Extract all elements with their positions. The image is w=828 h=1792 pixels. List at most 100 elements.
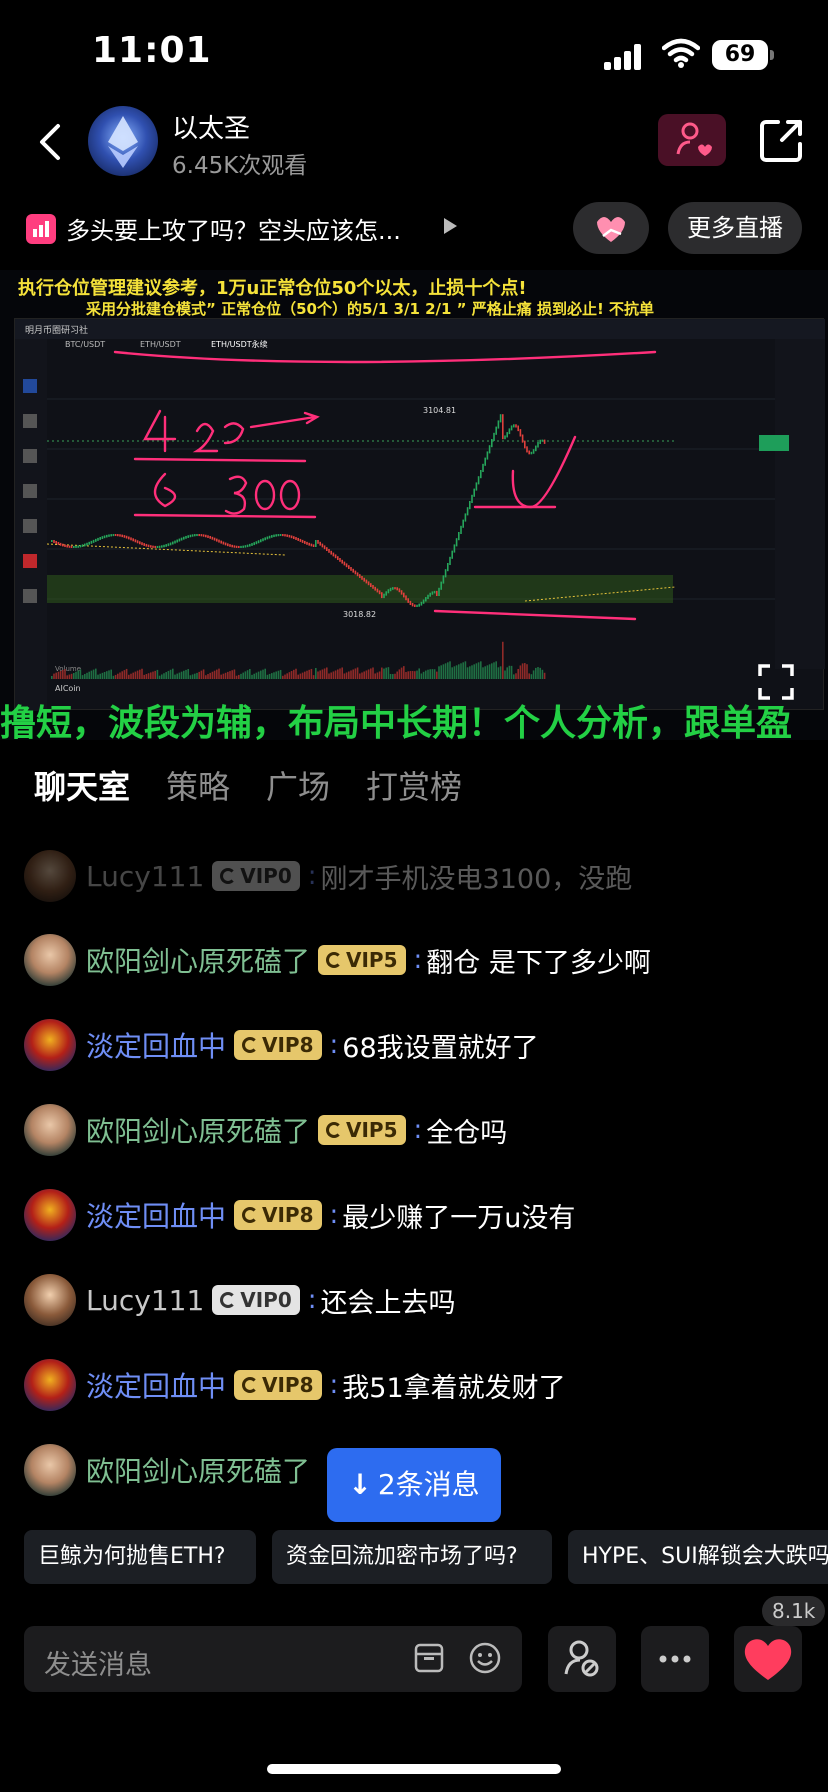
like-button[interactable] xyxy=(734,1626,802,1692)
user-avatar[interactable] xyxy=(24,850,76,902)
user-nickname[interactable]: 欧阳剑心原死磕了 xyxy=(86,940,310,980)
volume-bar xyxy=(161,674,163,679)
candle xyxy=(218,539,220,543)
user-avatar[interactable] xyxy=(24,1019,76,1071)
volume-bar xyxy=(154,670,156,679)
volume-bar xyxy=(348,671,350,679)
tab-strategy[interactable]: 策略 xyxy=(166,762,230,808)
volume-bar xyxy=(156,669,159,679)
candle xyxy=(460,525,462,534)
user-nickname[interactable]: 淡定回血中 xyxy=(86,1365,226,1405)
volume-bar xyxy=(440,665,442,679)
volume-bar xyxy=(308,669,310,679)
candle xyxy=(416,604,418,607)
candle xyxy=(308,542,310,546)
volume-bar xyxy=(108,670,110,679)
volume-bar xyxy=(350,670,352,679)
tab-leaderboard[interactable]: 打赏榜 xyxy=(366,762,462,808)
candle xyxy=(321,543,324,548)
user-nickname[interactable]: 淡定回血中 xyxy=(86,1195,226,1235)
user-avatar[interactable] xyxy=(24,934,76,986)
candle xyxy=(174,540,176,544)
user-avatar[interactable] xyxy=(24,1104,76,1156)
volume-bar xyxy=(297,674,299,679)
heart-hand-icon xyxy=(597,217,625,242)
message-input[interactable]: 发送消息 xyxy=(24,1626,522,1692)
suggestion-chip[interactable]: HYPE、SUI解锁会大跌吗 xyxy=(568,1530,828,1584)
volume-bar xyxy=(68,674,71,679)
gift-heart-button[interactable] xyxy=(573,202,649,254)
follow-button[interactable] xyxy=(658,114,726,166)
candle xyxy=(326,547,328,551)
volume-bar xyxy=(73,672,75,679)
more-live-button[interactable]: 更多直播 xyxy=(668,202,802,254)
user-nickname[interactable]: Lucy111 xyxy=(86,860,204,893)
user-avatar[interactable] xyxy=(24,1444,76,1496)
volume-bar xyxy=(66,675,68,679)
candle xyxy=(315,540,317,547)
candle xyxy=(532,449,535,454)
chart-low-label: 3018.82 xyxy=(343,610,376,619)
candle xyxy=(277,534,280,537)
candle xyxy=(132,538,134,542)
vip-badge: VIP0 xyxy=(212,1285,300,1315)
candle xyxy=(361,576,363,580)
volume-bar xyxy=(180,671,183,679)
volume-bar xyxy=(123,670,126,679)
volume-bar xyxy=(189,675,192,679)
user-settings-button[interactable] xyxy=(548,1626,616,1692)
user-nickname[interactable]: 欧阳剑心原死磕了 xyxy=(86,1110,310,1150)
candle xyxy=(136,540,139,544)
candle xyxy=(86,542,88,546)
volume-bar xyxy=(392,674,394,679)
home-indicator[interactable] xyxy=(267,1764,561,1774)
volume-bar xyxy=(444,663,447,679)
back-arrow-icon[interactable] xyxy=(30,118,70,166)
user-avatar[interactable] xyxy=(24,1189,76,1241)
more-options-button[interactable] xyxy=(641,1626,709,1692)
candle xyxy=(493,432,495,441)
card-icon[interactable] xyxy=(412,1641,446,1675)
volume-bar xyxy=(288,672,291,679)
volume-bar xyxy=(57,671,60,679)
candle xyxy=(220,540,222,544)
volume-bar xyxy=(416,670,418,679)
volume-bar xyxy=(88,671,90,679)
chat-message: 淡定回血中 VIP8 : 68我设置就好了 xyxy=(24,1015,539,1075)
candle xyxy=(385,591,387,596)
emoji-icon[interactable] xyxy=(468,1641,502,1675)
volume-bar xyxy=(282,675,284,679)
user-avatar[interactable] xyxy=(24,1359,76,1411)
streamer-avatar[interactable] xyxy=(88,106,158,176)
live-video[interactable]: 执行仓位管理建议参考，1万u正常仓位50个以太，止损十个点! 采用分批建仓模式”… xyxy=(0,270,828,740)
suggestion-chip[interactable]: 巨鲸为何抛售ETH? xyxy=(24,1530,256,1584)
volume-bar xyxy=(378,671,381,679)
volume-bar xyxy=(407,671,409,679)
new-messages-button[interactable]: ↓ 2条消息 xyxy=(327,1448,501,1522)
volume-bar xyxy=(506,667,508,679)
candle xyxy=(244,545,247,548)
candle xyxy=(372,585,374,589)
candle xyxy=(231,544,233,548)
topic-title[interactable]: 多头要上攻了吗？空头应该怎... xyxy=(66,211,401,246)
fullscreen-icon[interactable] xyxy=(756,662,796,702)
volume-bar xyxy=(486,665,489,679)
volume-bar xyxy=(420,673,423,679)
candle xyxy=(466,507,469,516)
candle xyxy=(370,583,372,587)
share-icon[interactable] xyxy=(756,114,808,166)
volume-bar xyxy=(222,673,225,679)
suggestion-chip[interactable]: 资金回流加密市场了吗? xyxy=(272,1530,552,1584)
tab-plaza[interactable]: 广场 xyxy=(266,762,330,808)
user-nickname[interactable]: Lucy111 xyxy=(86,1284,204,1317)
user-nickname[interactable]: 欧阳剑心原死磕了 xyxy=(86,1450,310,1490)
volume-bar xyxy=(141,668,143,679)
volume-bar xyxy=(191,674,194,679)
volume-bar xyxy=(387,667,390,679)
tab-chatroom[interactable]: 聊天室 xyxy=(34,762,130,808)
play-icon[interactable] xyxy=(444,218,457,234)
volume-bar xyxy=(158,675,161,679)
user-avatar[interactable] xyxy=(24,1274,76,1326)
user-nickname[interactable]: 淡定回血中 xyxy=(86,1025,226,1065)
ethereum-logo-icon xyxy=(108,116,138,168)
